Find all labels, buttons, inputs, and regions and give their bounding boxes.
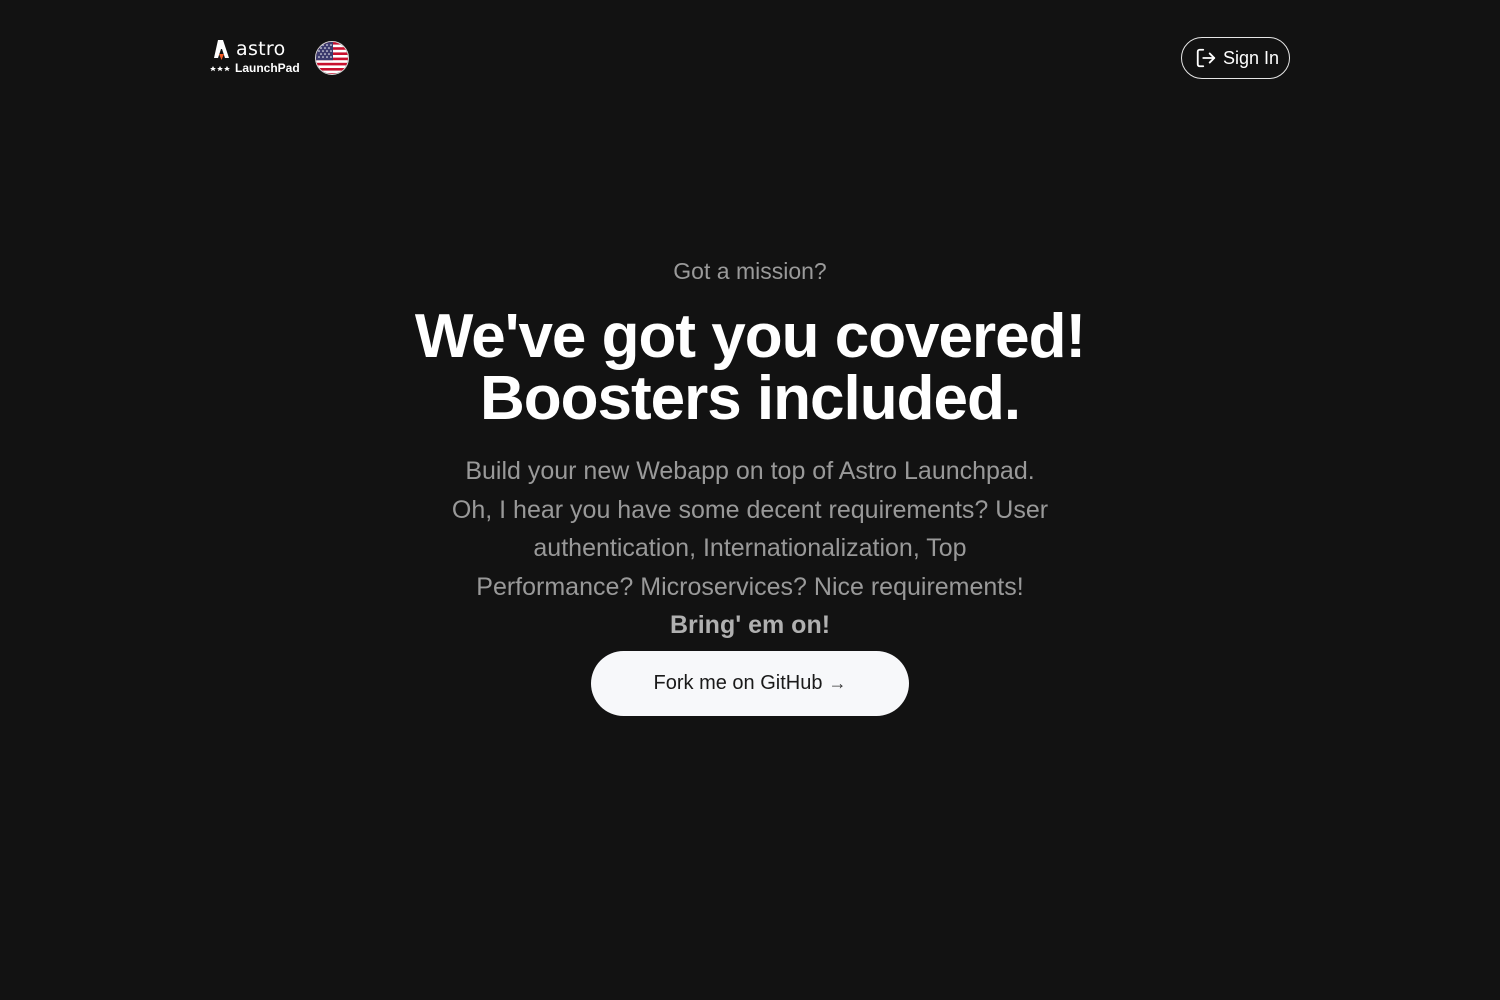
site-header: astro LaunchPad Sign In xyxy=(0,0,1500,116)
astro-launchpad-logo[interactable]: astro LaunchPad xyxy=(208,38,304,78)
hero-headline-line-2: Boosters included. xyxy=(479,364,1021,433)
hero-description-line: Build your new Webapp on top of Astro La… xyxy=(465,457,1035,485)
fork-on-github-label: Fork me on GitHub xyxy=(653,672,823,694)
hero-headline-line-1: We've got you covered! xyxy=(414,302,1086,371)
logo-subtitle: LaunchPad xyxy=(235,61,300,75)
hero-description: Build your new Webapp on top of Astro La… xyxy=(420,452,1080,645)
arrow-right-icon: → xyxy=(828,673,847,693)
page: astro LaunchPad Sign In Got a mission? W… xyxy=(0,0,1500,1000)
hero-description-line: authentication, Internationalization, To… xyxy=(533,534,967,562)
hero-description-emphasis: Bring' em on! xyxy=(669,611,831,639)
hero-headline: We've got you covered! Boosters included… xyxy=(300,306,1200,430)
us-flag-icon[interactable] xyxy=(315,41,349,75)
logo-wordmark: astro xyxy=(236,38,286,60)
sign-in-label: Sign In xyxy=(1223,47,1280,68)
hero-description-line: Performance? Microservices? Nice require… xyxy=(476,572,1024,601)
sign-in-button[interactable]: Sign In xyxy=(1181,37,1290,79)
hero-description-line: Oh, I hear you have some decent requirem… xyxy=(451,495,1049,524)
language-switcher-flag xyxy=(316,42,348,74)
hero-section: Got a mission? We've got you covered! Bo… xyxy=(0,250,1500,645)
hero-eyebrow: Got a mission? xyxy=(673,258,827,284)
sign-in-icon xyxy=(1195,47,1217,69)
fork-on-github-button[interactable]: Fork me on GitHub → xyxy=(591,651,909,716)
rocket-logo-icon xyxy=(210,40,230,72)
